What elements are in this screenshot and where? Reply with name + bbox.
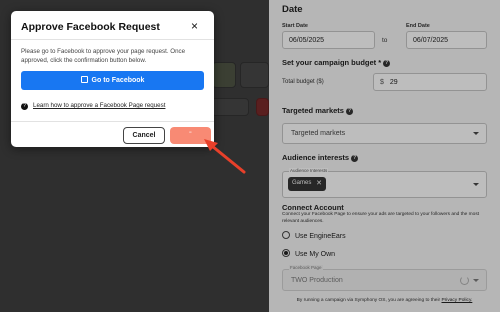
- interests-field-label: Audience Interests: [289, 168, 329, 173]
- background-control: [256, 98, 269, 116]
- help-icon[interactable]: ?: [383, 60, 391, 67]
- end-date-input[interactable]: 06/07/2025: [406, 31, 487, 49]
- background-control: [240, 62, 269, 88]
- privacy-footer: By running a campaign via Symphony OS, y…: [269, 298, 500, 303]
- campaign-form-panel: Date Start Date 06/05/2025 to End Date 0…: [269, 0, 500, 312]
- close-icon[interactable]: ×: [191, 20, 198, 32]
- connect-description: Connect your Facebook Page to ensure you…: [282, 212, 480, 224]
- connect-section-title: Connect Account: [282, 203, 344, 212]
- facebook-page-value: TWO Production: [291, 277, 343, 284]
- facebook-page-label: Facebook Page: [289, 265, 323, 270]
- radio-use-my-own[interactable]: Use My Own: [282, 249, 335, 258]
- markets-section-title: Targeted markets?: [282, 106, 353, 115]
- modal-title: Approve Facebook Request: [21, 21, 160, 33]
- end-date-label: End Date: [406, 23, 430, 29]
- facebook-page-select[interactable]: TWO Production: [282, 269, 487, 291]
- radio-unselected-icon[interactable]: [282, 231, 290, 239]
- question-icon: ?: [21, 103, 28, 110]
- budget-value: 29: [389, 79, 398, 86]
- help-icon[interactable]: ?: [345, 108, 353, 115]
- external-link-icon: [80, 76, 88, 83]
- radio-use-engineears[interactable]: Use EngineEars: [282, 231, 346, 240]
- confirm-button[interactable]: ": [170, 127, 211, 144]
- date-to-label: to: [382, 37, 388, 44]
- footer-text: By running a campaign via Symphony OS, y…: [296, 298, 441, 303]
- budget-input[interactable]: $29: [373, 73, 487, 91]
- budget-section-title: Set your campaign budget *?: [282, 58, 391, 67]
- modal-divider: [11, 121, 214, 122]
- radio-label: Use EngineEars: [295, 233, 346, 240]
- interest-chip: Games ✕: [288, 177, 326, 191]
- approve-facebook-modal: Approve Facebook Request × Please go to …: [11, 11, 214, 147]
- interests-section-title: Audience interests?: [282, 153, 359, 162]
- start-date-input[interactable]: 06/05/2025: [282, 31, 375, 49]
- chevron-down-icon: [473, 132, 479, 135]
- background-control: [211, 98, 249, 116]
- currency-symbol: $: [380, 79, 384, 86]
- budget-title-text: Set your campaign budget *: [282, 58, 382, 67]
- targeted-markets-select[interactable]: Targeted markets: [282, 123, 487, 144]
- radio-selected-icon[interactable]: [282, 249, 290, 257]
- cancel-button[interactable]: Cancel: [123, 127, 165, 144]
- modal-description: Please go to Facebook to approve your pa…: [21, 48, 186, 64]
- loading-spinner-icon: [460, 276, 469, 285]
- chip-label: Games: [292, 180, 312, 186]
- start-date-label: Start Date: [282, 23, 308, 29]
- radio-label: Use My Own: [295, 251, 336, 258]
- learn-how-link[interactable]: Learn how to approve a Facebook Page req…: [33, 102, 165, 109]
- background-control: [212, 62, 236, 88]
- date-section-title: Date: [282, 4, 303, 15]
- go-to-facebook-label: Go to Facebook: [91, 77, 145, 84]
- modal-divider: [11, 39, 214, 40]
- chevron-down-icon: [473, 183, 479, 186]
- total-budget-label: Total budget ($): [282, 79, 324, 85]
- interests-title-text: Audience interests: [282, 153, 350, 162]
- remove-chip-icon[interactable]: ✕: [316, 179, 322, 187]
- markets-placeholder: Targeted markets: [291, 130, 346, 137]
- help-icon[interactable]: ?: [351, 155, 359, 162]
- go-to-facebook-button[interactable]: Go to Facebook: [21, 71, 204, 90]
- help-row: ? Learn how to approve a Facebook Page re…: [21, 102, 165, 110]
- privacy-policy-link[interactable]: Privacy Policy.: [441, 298, 472, 303]
- markets-title-text: Targeted markets: [282, 106, 344, 115]
- chevron-down-icon: [473, 279, 479, 282]
